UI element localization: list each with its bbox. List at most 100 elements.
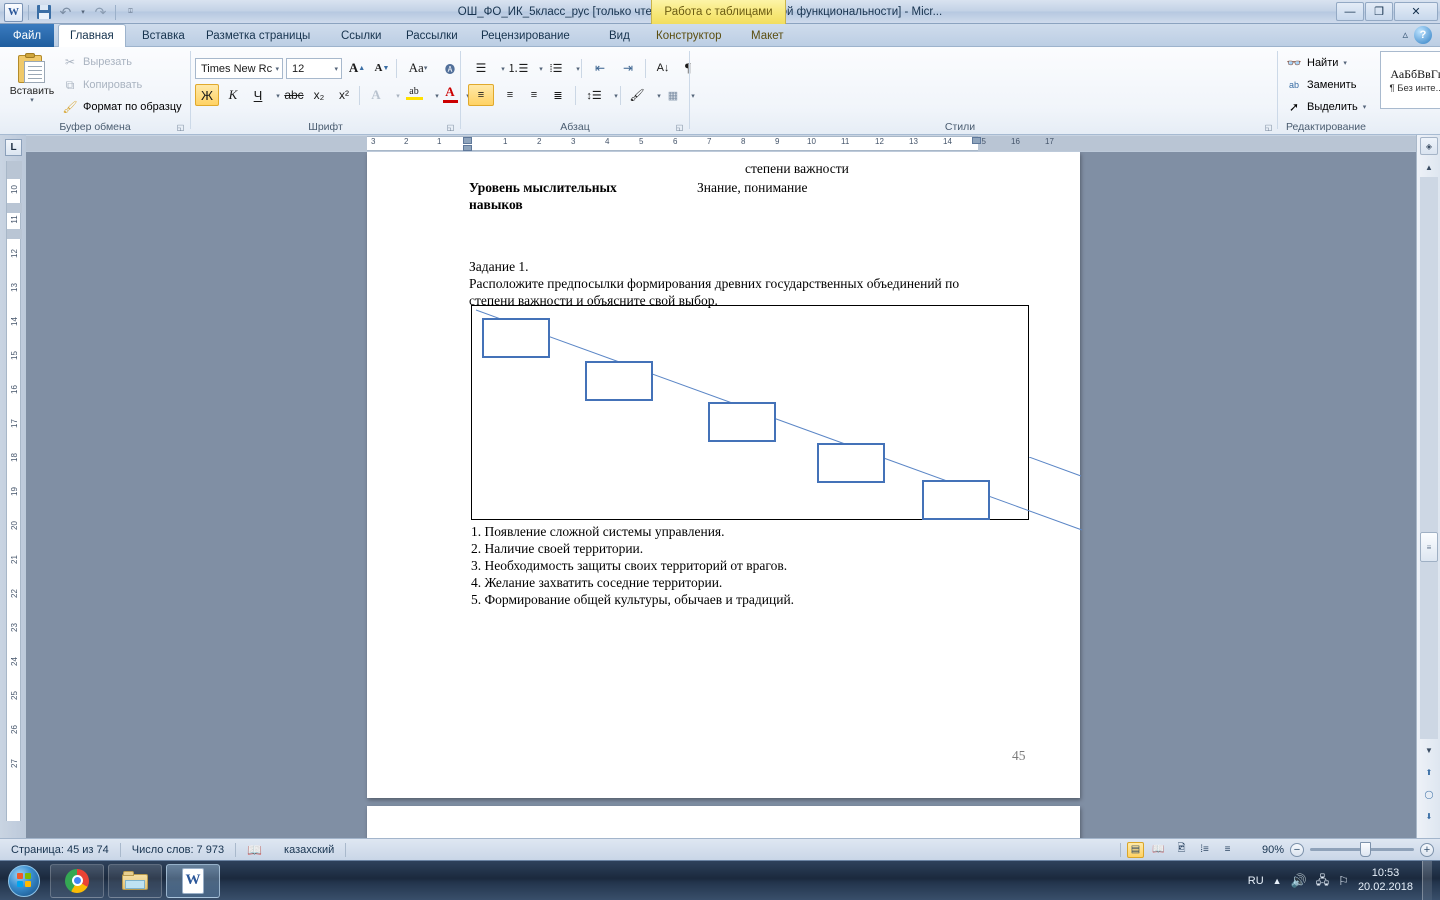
shading-icon[interactable]: 🖌 xyxy=(625,84,649,106)
clear-formatting-icon[interactable]: 🅐 xyxy=(439,57,461,79)
hanging-indent-marker[interactable] xyxy=(463,145,472,151)
close-button[interactable]: ✕ xyxy=(1394,2,1438,21)
line-spacing-icon[interactable]: ↕☰ xyxy=(581,84,607,106)
highlight-button[interactable]: ab xyxy=(402,82,426,104)
clipboard-dialog-launcher[interactable]: ◱ xyxy=(175,121,186,132)
tab-file[interactable]: Файл xyxy=(0,24,54,47)
zoom-in-button[interactable]: + xyxy=(1420,842,1434,857)
diagram-box-2[interactable] xyxy=(585,361,653,401)
next-page-button[interactable]: ⬇ xyxy=(1420,807,1438,825)
file-explorer-icon[interactable] xyxy=(108,863,162,898)
multilevel-dropdown-icon[interactable]: ▾ xyxy=(567,58,589,80)
align-left-icon[interactable]: ≡ xyxy=(468,84,494,106)
text-effects-button[interactable]: A xyxy=(365,84,387,106)
customize-qat-icon[interactable]: ⍗ xyxy=(121,3,140,22)
find-button[interactable]: 👓 Найти ▾ xyxy=(1286,55,1347,71)
diagram-box-3[interactable] xyxy=(708,402,776,442)
right-indent-marker[interactable] xyxy=(972,137,981,144)
shrink-font-button[interactable]: A ▼ xyxy=(371,57,393,79)
copy-button[interactable]: ⧉ Копировать xyxy=(62,77,143,93)
numbering-icon[interactable]: ⒈☰ xyxy=(505,57,531,79)
outline-icon[interactable]: ⁞≡ xyxy=(1196,842,1213,858)
save-icon[interactable] xyxy=(34,3,53,22)
show-desktop-button[interactable] xyxy=(1422,861,1432,900)
left-indent-marker[interactable] xyxy=(463,137,472,144)
document-page-next[interactable] xyxy=(367,806,1080,838)
tab-home[interactable]: Главная xyxy=(58,24,126,48)
find-dropdown-icon[interactable]: ▾ xyxy=(1343,59,1347,67)
select-dropdown-icon[interactable]: ▾ xyxy=(1363,103,1367,111)
tab-page-layout[interactable]: Разметка страницы xyxy=(195,24,321,47)
italic-button[interactable]: К xyxy=(222,84,244,106)
vertical-scrollbar[interactable]: ◈ ▲ ≡ ▼ ⬆ ◯ ⬇ xyxy=(1416,135,1440,838)
tab-references[interactable]: Ссылки xyxy=(330,24,393,47)
ribbon-collapse-icon[interactable]: ▵ xyxy=(1402,28,1408,41)
sort-icon[interactable]: A↓ xyxy=(651,57,675,79)
diagram-box-5[interactable] xyxy=(922,480,990,520)
zoom-out-button[interactable]: − xyxy=(1290,842,1304,857)
format-painter-button[interactable]: 🖌 Формат по образцу xyxy=(62,99,181,115)
print-layout-icon[interactable]: ▤ xyxy=(1127,841,1144,858)
restore-button[interactable]: ❐ xyxy=(1365,2,1393,21)
multilevel-list-icon[interactable]: ⁞☰ xyxy=(543,57,569,79)
chrome-icon[interactable] xyxy=(50,863,104,898)
font-dialog-launcher[interactable]: ◱ xyxy=(445,121,456,132)
zoom-slider-track[interactable] xyxy=(1310,842,1414,857)
undo-dropdown-icon[interactable]: ▾ xyxy=(78,3,88,22)
browse-object-button[interactable]: ◯ xyxy=(1420,785,1438,803)
redo-icon[interactable]: ↷ xyxy=(91,3,110,22)
underline-button[interactable]: Ч xyxy=(247,84,269,106)
tab-selector-icon[interactable]: L xyxy=(5,139,22,156)
web-layout-icon[interactable]: 🖻 xyxy=(1173,842,1190,858)
tab-review[interactable]: Рецензирование xyxy=(470,24,581,47)
start-orb-icon[interactable] xyxy=(2,863,46,899)
zoom-level-label[interactable]: 90% xyxy=(1254,844,1284,856)
help-icon[interactable]: ? xyxy=(1414,26,1432,44)
status-page-indicator[interactable]: Страница: 45 из 74 xyxy=(0,839,120,861)
status-word-count[interactable]: Число слов: 7 973 xyxy=(121,839,235,861)
tab-mailings[interactable]: Рассылки xyxy=(395,24,469,47)
network-icon[interactable]: 🖧 xyxy=(1316,871,1329,892)
zoom-slider-thumb[interactable] xyxy=(1360,842,1371,857)
show-hidden-icons-icon[interactable]: ▲ xyxy=(1273,876,1282,886)
strikethrough-button[interactable]: abc xyxy=(282,84,306,106)
increase-indent-icon[interactable]: ⇥ xyxy=(615,57,641,79)
status-proofing[interactable]: 📖 xyxy=(236,839,273,861)
tab-design[interactable]: Конструктор xyxy=(645,24,733,47)
cut-button[interactable]: ✂ Вырезать xyxy=(62,54,132,70)
bold-button[interactable]: Ж xyxy=(195,84,219,106)
justify-icon[interactable]: ≣ xyxy=(545,84,571,106)
align-center-icon[interactable]: ≡ xyxy=(497,84,523,106)
scroll-up-button[interactable]: ▲ xyxy=(1420,158,1438,176)
scrollbar-thumb[interactable]: ≡ xyxy=(1420,532,1438,562)
select-browse-object-icon[interactable]: ◈ xyxy=(1420,137,1438,155)
borders-icon[interactable]: ▦ xyxy=(662,84,684,106)
select-button[interactable]: ➚ Выделить ▾ xyxy=(1286,99,1366,115)
bullets-icon[interactable]: ☰ xyxy=(468,57,494,79)
status-language[interactable]: казахский xyxy=(273,839,345,861)
paste-dropdown-icon[interactable]: ▾ xyxy=(30,96,34,104)
tray-clock[interactable]: 10:53 20.02.2018 xyxy=(1358,867,1413,895)
draft-icon[interactable]: ≡ xyxy=(1219,842,1236,858)
font-size-dropdown-icon[interactable]: ▾ xyxy=(334,65,338,73)
full-screen-reading-icon[interactable]: 📖 xyxy=(1150,842,1167,858)
replace-button[interactable]: ab Заменить xyxy=(1286,77,1356,93)
diagram-box-1[interactable] xyxy=(482,318,550,358)
font-name-dropdown-icon[interactable]: ▾ xyxy=(275,65,279,73)
change-case-button[interactable]: Aa ▾ xyxy=(401,57,435,79)
undo-icon[interactable]: ↶ xyxy=(56,3,75,22)
font-size-input[interactable]: 12 ▾ xyxy=(286,58,342,79)
scroll-down-button[interactable]: ▼ xyxy=(1420,741,1438,759)
action-center-flag-icon[interactable]: ⚐ xyxy=(1338,874,1349,888)
tab-layout[interactable]: Макет xyxy=(740,24,795,47)
superscript-button[interactable]: x² xyxy=(333,84,355,106)
subscript-button[interactable]: x₂ xyxy=(308,84,330,106)
decrease-indent-icon[interactable]: ⇤ xyxy=(587,57,613,79)
word-icon[interactable]: W xyxy=(166,863,220,898)
document-page[interactable]: степени важности Уровень мыслительных на… xyxy=(367,152,1083,798)
tab-insert[interactable]: Вставка xyxy=(131,24,196,47)
vertical-ruler[interactable]: L 10 11 12 13 14 15 16 17 18 19 20 21 22… xyxy=(0,135,26,838)
previous-page-button[interactable]: ⬆ xyxy=(1420,763,1438,781)
tray-language[interactable]: RU xyxy=(1248,875,1264,887)
grow-font-button[interactable]: A ▲ xyxy=(346,57,368,79)
